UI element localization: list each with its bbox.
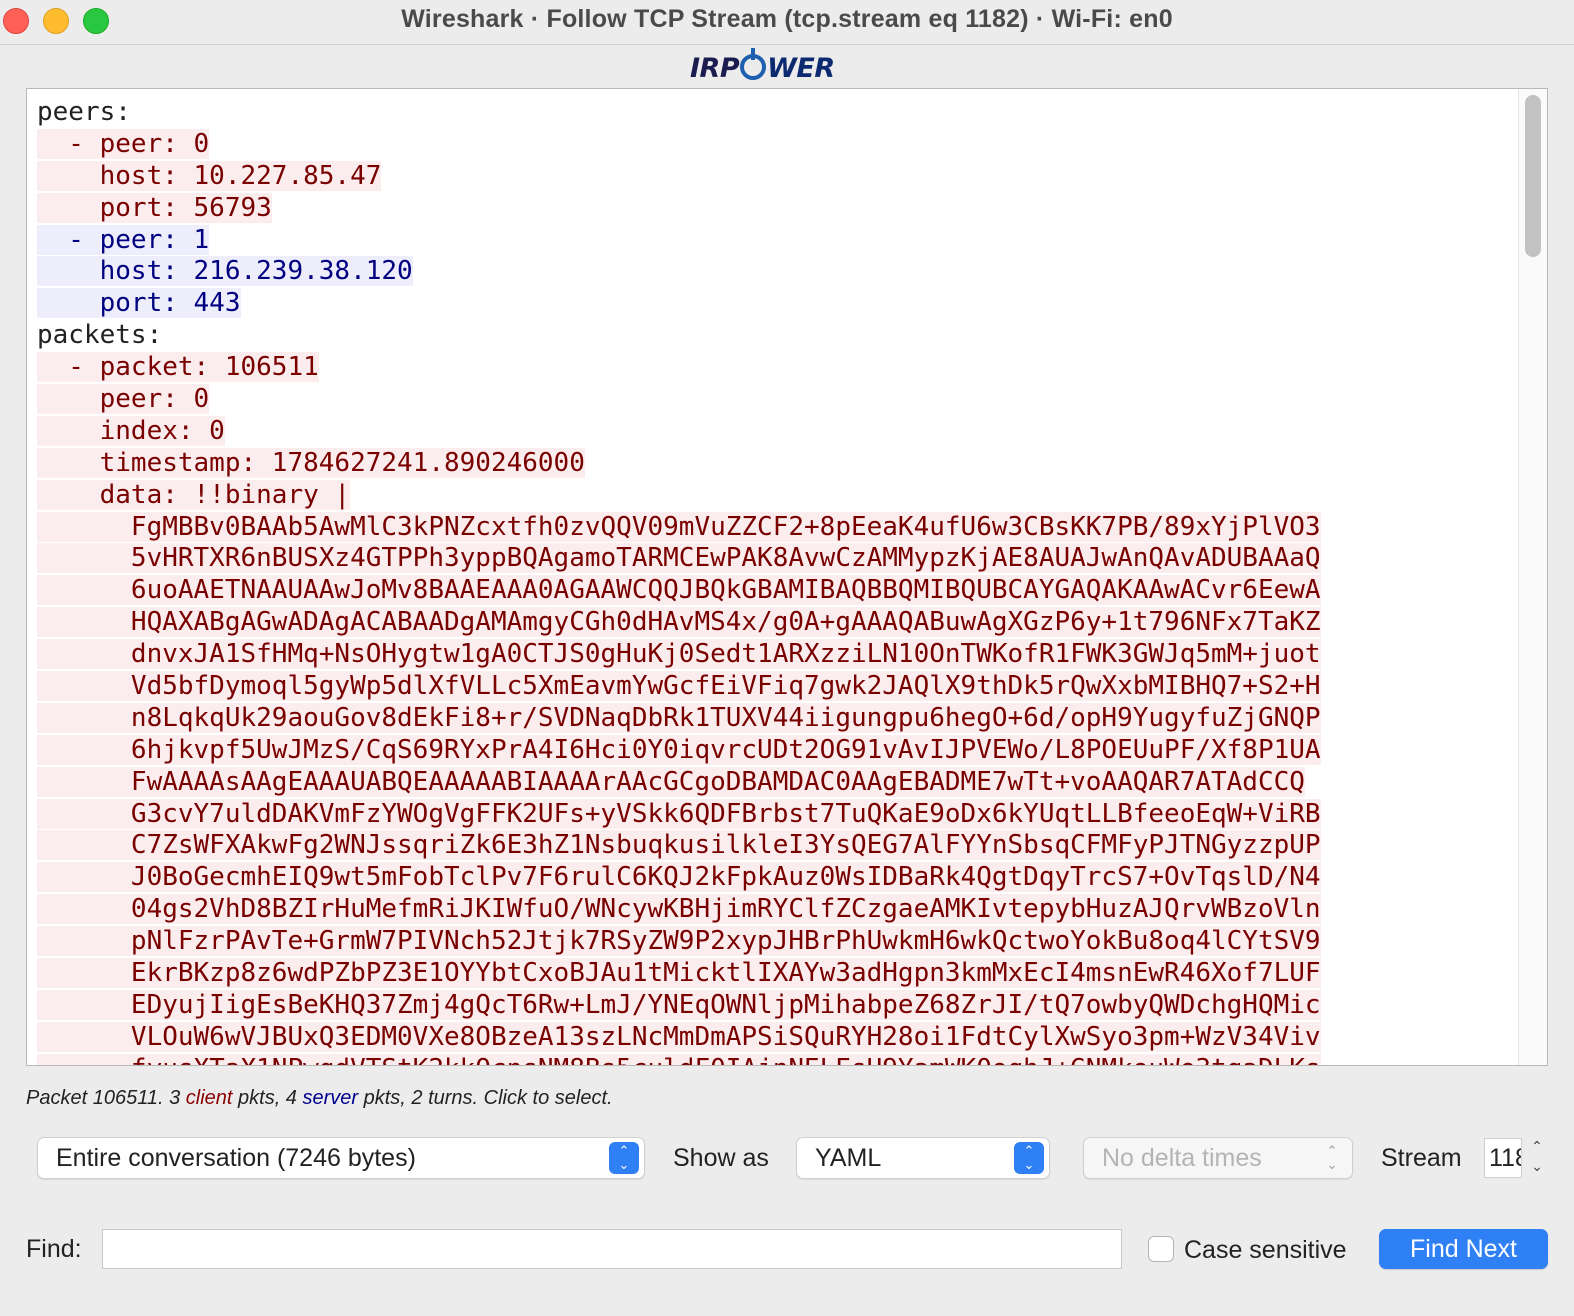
stream-line[interactable]: 04gs2VhD8BZIrHuMefmRiJKIWfuO/WNcywKBHjim… [37, 894, 1321, 926]
client-stream-text: - peer: 0 [37, 128, 210, 159]
logo-text-start: IRP [690, 53, 740, 84]
delta-times-chevron-icon: ⌃ ⌄ [1326, 1143, 1338, 1172]
stream-line[interactable]: n8LqkqUk29aouGov8dEkFi8+r/SVDNaqDbRk1TUX… [37, 702, 1321, 735]
stream-line[interactable]: host: 10.227.85.47 [37, 160, 1321, 193]
status-prefix: Packet 106511. 3 [26, 1087, 186, 1109]
show-as-label: Show as [673, 1144, 769, 1172]
client-stream-text: EDyujIigEsBeKHQ37Zmj4gQcT6Rw+LmJ/YNEqOWN… [37, 989, 1321, 1020]
stream-line[interactable]: VLOuW6wVJBUxQ3EDM0VXe8OBzeA13szLNcMmDmAP… [37, 1021, 1321, 1054]
find-next-button[interactable]: Find Next [1379, 1229, 1548, 1269]
conversation-select-value: Entire conversation (7246 bytes) [56, 1144, 416, 1172]
client-stream-text: VLOuW6wVJBUxQ3EDM0VXe8OBzeA13szLNcMmDmAP… [37, 1021, 1321, 1052]
client-stream-text: J0BoGecmhEIQ9wt5mFobTclPv7F6rulC6KQJ2kFp… [37, 862, 1321, 893]
stream-number-field[interactable]: 1182 [1484, 1138, 1522, 1178]
stream-decrement-icon[interactable]: ⌄ [1524, 1156, 1550, 1176]
stream-line[interactable]: G3cvY7uldDAKVmFzYWOgVgFFK2UFs+yVSkk6QDFB… [37, 798, 1321, 831]
status-line: Packet 106511. 3 client pkts, 4 server p… [26, 1087, 613, 1110]
client-stream-text: index: 0 [37, 415, 225, 446]
conversation-select-chevron-icon: ⌃ ⌄ [609, 1142, 639, 1174]
stream-line[interactable]: EkrBKzp8z6wdPZbPZ3E1OYYbtCxoBJAu1tMicktl… [37, 958, 1321, 990]
delta-times-select[interactable]: No delta times ⌃ ⌄ [1083, 1137, 1353, 1179]
stream-text-view[interactable]: peers: - peer: 0 host: 10.227.85.47 port… [26, 88, 1548, 1066]
stream-line[interactable]: 6uoAAETNAAUAAwJoMv8BAAEAAA0AGAAWCQQJBQkG… [37, 575, 1321, 607]
vertical-scrollbar[interactable] [1518, 89, 1547, 1065]
client-stream-text: EkrBKzp8z6wdPZbPZ3E1OYYbtCxoBJAu1tMicktl… [37, 958, 1321, 989]
client-stream-text: n8LqkqUk29aouGov8dEkFi8+r/SVDNaqDbRk1TUX… [37, 702, 1321, 733]
stream-text: packets: [37, 320, 163, 351]
stream-line[interactable]: index: 0 [37, 415, 1321, 448]
find-label: Find: [26, 1235, 82, 1263]
client-stream-text: data: !!binary | [37, 479, 351, 510]
stream-stepper[interactable]: ⌃ ⌄ [1524, 1136, 1550, 1180]
client-stream-text: FgMBBv0BAAb5AwMlC3kPNZcxtfh0zvQQV09mVuZZ… [37, 511, 1321, 542]
server-stream-text: - peer: 1 [37, 224, 210, 255]
irpower-logo: IRP WER [690, 48, 835, 86]
window-title: Wireshark · Follow TCP Stream (tcp.strea… [401, 5, 1173, 33]
server-stream-text: host: 216.239.38.120 [37, 256, 413, 287]
stream-line[interactable]: timestamp: 1784627241.890246000 [37, 447, 1321, 480]
stream-line[interactable]: - peer: 1 [37, 224, 1321, 257]
stream-line[interactable]: pNlFzrPAvTe+GrmW7PIVNch52Jtjk7RSyZW9P2xy… [37, 926, 1321, 958]
client-stream-text: timestamp: 1784627241.890246000 [37, 447, 585, 478]
stream-line[interactable]: - packet: 106511 [37, 352, 1321, 384]
conversation-select[interactable]: Entire conversation (7246 bytes) ⌃ ⌄ [37, 1137, 645, 1179]
client-stream-text: peer: 0 [37, 384, 210, 415]
stream-line[interactable]: C7ZsWFXAkwFg2WNJssqriZk6E3hZ1Nsbuqkusilk… [37, 830, 1321, 862]
client-stream-text: - packet: 106511 [37, 352, 319, 383]
title-bar: Wireshark · Follow TCP Stream (tcp.strea… [0, 0, 1574, 45]
show-as-select-value: YAML [815, 1144, 882, 1172]
stream-line[interactable]: - peer: 0 [37, 128, 1321, 161]
client-stream-text: G3cvY7uldDAKVmFzYWOgVgFFK2UFs+yVSkk6QDFB… [37, 798, 1321, 829]
server-stream-text: port: 443 [37, 288, 241, 319]
power-icon [740, 48, 767, 80]
logo-text-end: WER [767, 53, 835, 84]
status-server-word: server [302, 1087, 359, 1109]
client-stream-text: HQAXABgAGwADAgACABAADgAMAmgyCGh0dHAvMS4x… [37, 607, 1321, 638]
stream-line[interactable]: FgMBBv0BAAb5AwMlC3kPNZcxtfh0zvQQV09mVuZZ… [37, 511, 1321, 544]
find-input[interactable] [102, 1229, 1122, 1269]
stream-line[interactable]: fyusXTaX1NPwqdVTStK2kkQcnsNM8Bs5culdF0IA… [37, 1053, 1321, 1065]
stream-text: peers: [37, 97, 131, 127]
client-stream-text: FwAAAAsAAgEAAAUABQEAAAAABIAAAArAAcGCgoDB… [37, 766, 1305, 797]
show-as-select-chevron-icon: ⌃ ⌄ [1014, 1142, 1044, 1174]
case-sensitive-checkbox[interactable] [1148, 1236, 1174, 1262]
status-middle: pkts, 4 [232, 1087, 303, 1109]
client-stream-text: dnvxJA1SfHMq+NsOHygtw1gA0CTJS0gHuKj0Sedt… [37, 639, 1321, 670]
stream-content[interactable]: peers: - peer: 0 host: 10.227.85.47 port… [37, 97, 1321, 1065]
stream-line[interactable]: peer: 0 [37, 384, 1321, 416]
client-stream-text: 6hjkvpf5UwJMzS/CqS69RYxPrA4I6Hci0Y0iqvrc… [37, 734, 1321, 765]
stream-line[interactable]: EDyujIigEsBeKHQ37Zmj4gQcT6Rw+LmJ/YNEqOWN… [37, 989, 1321, 1022]
client-stream-text: 5vHRTXR6nBUSXz4GTPPh3yppBQAgamoTARMCEwPA… [37, 543, 1321, 574]
client-stream-text: 04gs2VhD8BZIrHuMefmRiJKIWfuO/WNcywKBHjim… [37, 894, 1321, 925]
stream-label: Stream [1381, 1144, 1462, 1172]
client-stream-text: C7ZsWFXAkwFg2WNJssqriZk6E3hZ1Nsbuqkusilk… [37, 830, 1321, 861]
stream-line[interactable]: 5vHRTXR6nBUSXz4GTPPh3yppBQAgamoTARMCEwPA… [37, 543, 1321, 575]
stream-line[interactable]: dnvxJA1SfHMq+NsOHygtw1gA0CTJS0gHuKj0Sedt… [37, 639, 1321, 671]
show-as-select[interactable]: YAML ⌃ ⌄ [796, 1137, 1050, 1179]
case-sensitive-label: Case sensitive [1184, 1236, 1347, 1264]
stream-line[interactable]: host: 216.239.38.120 [37, 256, 1321, 288]
stream-line[interactable]: J0BoGecmhEIQ9wt5mFobTclPv7F6rulC6KQJ2kFp… [37, 862, 1321, 894]
stream-line[interactable]: peers: [37, 97, 1321, 129]
client-stream-text: Vd5bfDymoql5gyWp5dlXfVLLc5XmEavmYwGcfEiV… [37, 671, 1321, 702]
stream-line[interactable]: 6hjkvpf5UwJMzS/CqS69RYxPrA4I6Hci0Y0iqvrc… [37, 734, 1321, 767]
stream-line[interactable]: port: 56793 [37, 192, 1321, 225]
stream-line[interactable]: FwAAAAsAAgEAAAUABQEAAAAABIAAAArAAcGCgoDB… [37, 766, 1321, 799]
delta-times-select-value: No delta times [1102, 1144, 1262, 1172]
client-stream-text: 6uoAAETNAAUAAwJoMv8BAAEAAA0AGAAWCQQJBQkG… [37, 575, 1321, 606]
client-stream-text: fyusXTaX1NPwqdVTStK2kkQcnsNM8Bs5culdF0IA… [37, 1053, 1321, 1065]
stream-increment-icon[interactable]: ⌃ [1524, 1136, 1550, 1156]
scrollbar-thumb[interactable] [1525, 95, 1541, 257]
stream-line[interactable]: HQAXABgAGwADAgACABAADgAMAmgyCGh0dHAvMS4x… [37, 607, 1321, 639]
stream-line[interactable]: packets: [37, 320, 1321, 352]
client-stream-text: host: 10.227.85.47 [37, 160, 382, 191]
client-stream-text: pNlFzrPAvTe+GrmW7PIVNch52Jtjk7RSyZW9P2xy… [37, 926, 1321, 957]
client-stream-text: port: 56793 [37, 192, 272, 223]
stream-line[interactable]: Vd5bfDymoql5gyWp5dlXfVLLc5XmEavmYwGcfEiV… [37, 671, 1321, 703]
stream-line[interactable]: port: 443 [37, 288, 1321, 320]
status-client-word: client [185, 1087, 233, 1109]
status-suffix: pkts, 2 turns. Click to select. [358, 1087, 613, 1109]
stream-line[interactable]: data: !!binary | [37, 479, 1321, 512]
